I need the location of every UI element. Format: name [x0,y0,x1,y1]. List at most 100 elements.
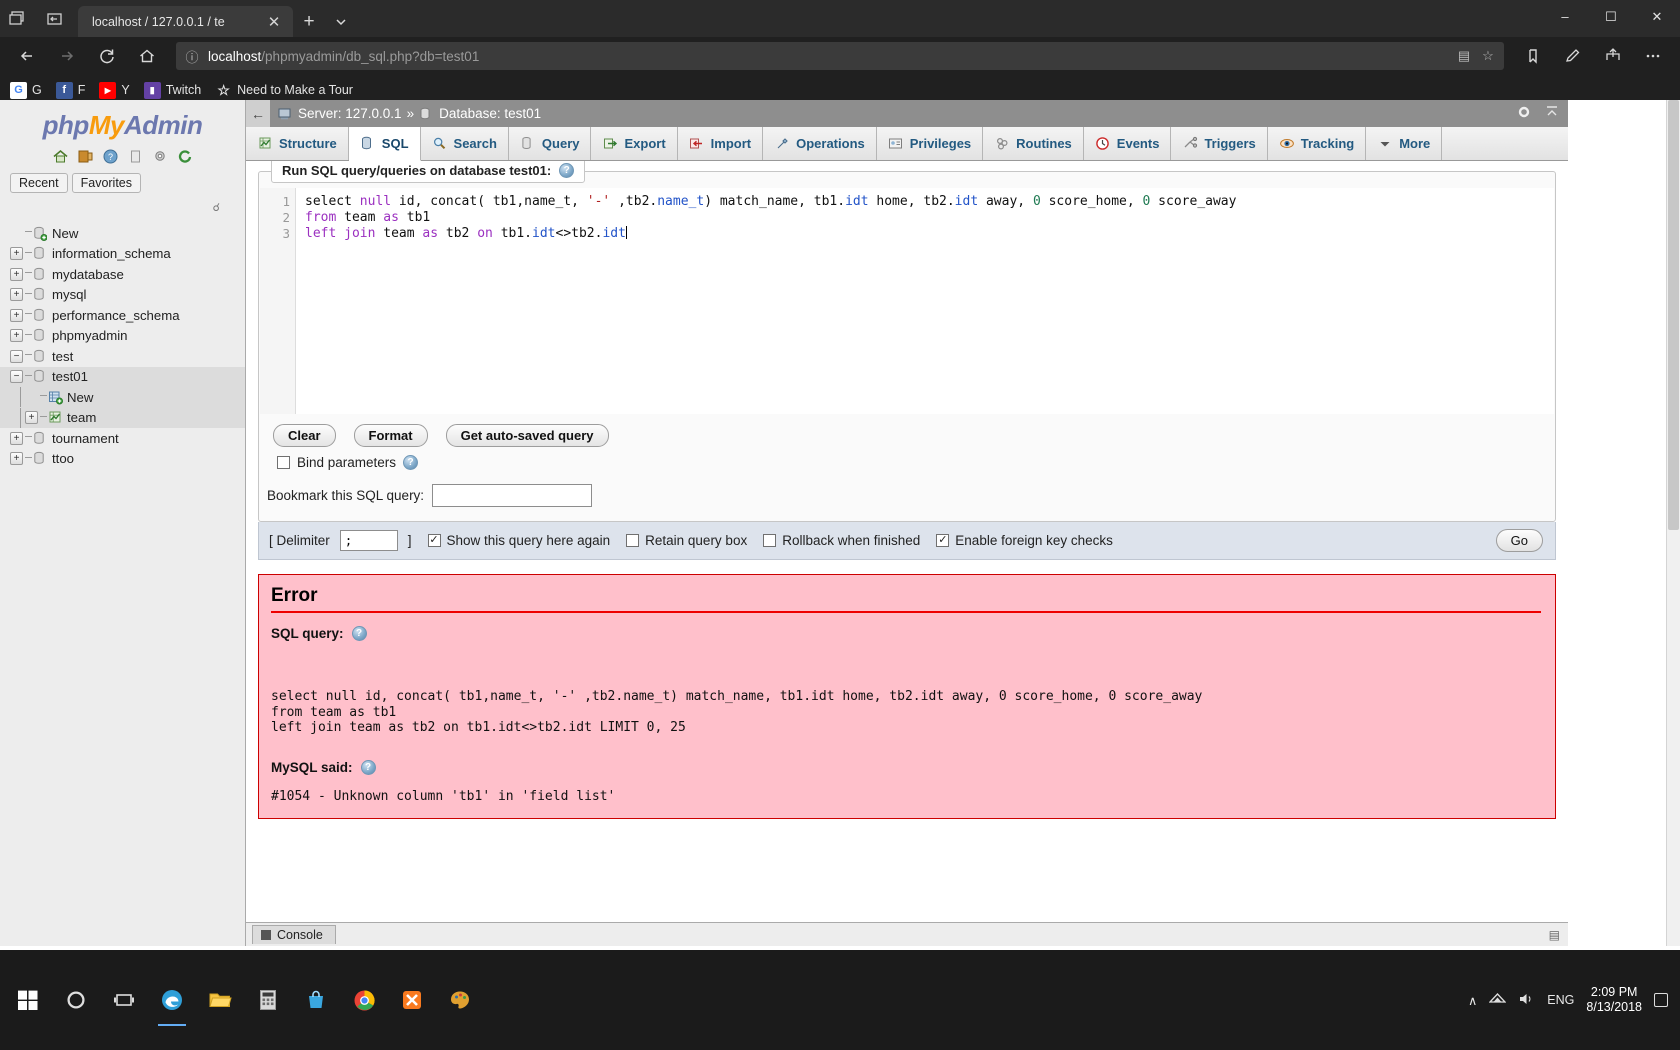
tree-item-mydatabase[interactable]: + mydatabase [0,264,245,285]
tab-triggers[interactable]: Triggers [1171,127,1267,160]
bookmark-item[interactable]: ▮ Twitch [144,82,201,99]
store-icon[interactable] [292,980,340,1020]
tab-structure[interactable]: Structure [246,127,349,160]
new-tab-button[interactable]: + [293,6,325,37]
tab-sql[interactable]: SQL [349,127,421,161]
option-show-query-again[interactable]: ✓ Show this query here again [428,533,611,548]
expand-icon[interactable]: ▤ [1549,928,1560,942]
clock[interactable]: 2:09 PM 8/13/2018 [1586,985,1642,1015]
file-explorer-icon[interactable] [196,980,244,1020]
close-window-button[interactable]: ✕ [1634,0,1680,33]
window-restore-icon[interactable] [4,6,30,32]
expander-plus-icon[interactable]: + [10,247,23,260]
cortana-icon[interactable] [52,980,100,1020]
expander-plus-icon[interactable]: + [10,432,23,445]
checkbox[interactable] [763,534,776,547]
calculator-icon[interactable] [244,980,292,1020]
favorite-star-icon[interactable]: ☆ [1480,48,1496,64]
address-bar[interactable]: ⓘ localhost/phpmyadmin/db_sql.php?db=tes… [176,42,1504,70]
language-indicator[interactable]: ENG [1547,993,1574,1007]
recent-button[interactable]: Recent [10,173,68,193]
bookmark-item[interactable]: G G [10,82,42,99]
help-icon[interactable]: ? [361,760,376,775]
tree-item-test01[interactable]: − test01 [0,367,245,388]
tree-item-ttoo[interactable]: + ttoo [0,449,245,470]
tree-item-new-db[interactable]: New [0,223,245,244]
network-icon[interactable] [1489,992,1506,1009]
tab-search[interactable]: Search [421,127,509,160]
help-icon[interactable]: ? [403,455,418,470]
expander-plus-icon[interactable]: + [10,288,23,301]
server-exit-icon[interactable] [76,147,94,165]
tree-item-information-schema[interactable]: + information_schema [0,244,245,265]
delimiter-input[interactable] [340,530,398,551]
tree-item-tournament[interactable]: + tournament [0,428,245,449]
tree-item-new-table[interactable]: New [0,387,245,408]
checkbox[interactable]: ✓ [428,534,441,547]
expander-plus-icon[interactable]: + [10,452,23,465]
windows-start-icon[interactable] [4,980,52,1020]
forward-icon[interactable] [48,40,86,72]
tab-export[interactable]: Export [591,127,677,160]
tab-query[interactable]: Query [509,127,592,160]
volume-icon[interactable] [1518,992,1535,1009]
browser-tab[interactable]: localhost / 127.0.0.1 / te ✕ [78,6,293,37]
expander-plus-icon[interactable]: + [10,268,23,281]
get-auto-saved-query-button[interactable]: Get auto-saved query [446,424,609,447]
document-icon[interactable] [126,147,144,165]
option-rollback-when-finished[interactable]: Rollback when finished [763,533,920,548]
tab-operations[interactable]: Operations [763,127,877,160]
chevron-down-icon[interactable] [325,6,357,37]
expander-plus-icon[interactable]: + [10,309,23,322]
bookmark-item[interactable]: ☆ Need to Make a Tour [215,82,353,99]
more-options-icon[interactable] [1634,40,1672,72]
phpmyadmin-logo[interactable]: phpMyAdmin [0,100,245,145]
reading-view-icon[interactable]: ▤ [1456,48,1472,64]
editor-code[interactable]: select null id, concat( tb1,name_t, '-' … [296,188,1554,414]
help-icon[interactable]: ? [352,626,367,641]
gear-icon[interactable] [1516,104,1532,123]
bookmark-item[interactable]: f F [56,82,86,99]
chain-link-icon[interactable]: ☌ [213,201,220,214]
tray-expand-icon[interactable]: ∧ [1468,993,1477,1008]
server-label[interactable]: Server: 127.0.0.1 [298,106,402,121]
close-icon[interactable]: ✕ [263,11,285,33]
tree-item-phpmyadmin[interactable]: + phpmyadmin [0,326,245,347]
maximize-button[interactable]: ☐ [1588,0,1634,33]
hub-favorites-icon[interactable] [1514,40,1552,72]
tab-events[interactable]: Events [1084,127,1172,160]
back-icon[interactable]: ← [246,100,270,127]
format-button[interactable]: Format [354,424,428,447]
tree-item-team[interactable]: + team [0,408,245,429]
tree-item-mysql[interactable]: + mysql [0,285,245,306]
share-icon[interactable] [1594,40,1632,72]
reload-icon[interactable] [176,147,194,165]
go-button[interactable]: Go [1496,529,1543,552]
sql-editor[interactable]: 1 2 3 select null id, concat( tb1,name_t… [260,188,1554,414]
tab-routines[interactable]: Routines [983,127,1084,160]
bookmark-input[interactable] [432,484,592,507]
set-aside-tabs-icon[interactable] [42,6,68,32]
expander-minus-icon[interactable]: − [10,350,23,363]
bind-parameters-checkbox[interactable] [277,456,290,469]
xampp-icon[interactable] [388,980,436,1020]
minimize-button[interactable]: – [1542,0,1588,33]
back-icon[interactable] [8,40,46,72]
expander-plus-icon[interactable]: + [10,329,23,342]
option-retain-query-box[interactable]: Retain query box [626,533,747,548]
clear-button[interactable]: Clear [273,424,336,447]
info-icon[interactable]: ⓘ [184,47,200,66]
tab-import[interactable]: Import [678,127,763,160]
settings-icon[interactable] [151,147,169,165]
tab-more[interactable]: More [1366,127,1442,160]
expander-minus-icon[interactable]: − [10,370,23,383]
console-toggle[interactable]: Console [252,925,336,944]
reload-icon[interactable] [88,40,126,72]
notification-icon[interactable] [1654,993,1668,1007]
checkbox[interactable] [626,534,639,547]
chrome-icon[interactable] [340,980,388,1020]
database-label[interactable]: Database: test01 [439,106,541,121]
home-icon[interactable] [128,40,166,72]
expander-plus-icon[interactable]: + [25,411,38,424]
bookmark-item[interactable]: ▶ Y [99,82,129,99]
